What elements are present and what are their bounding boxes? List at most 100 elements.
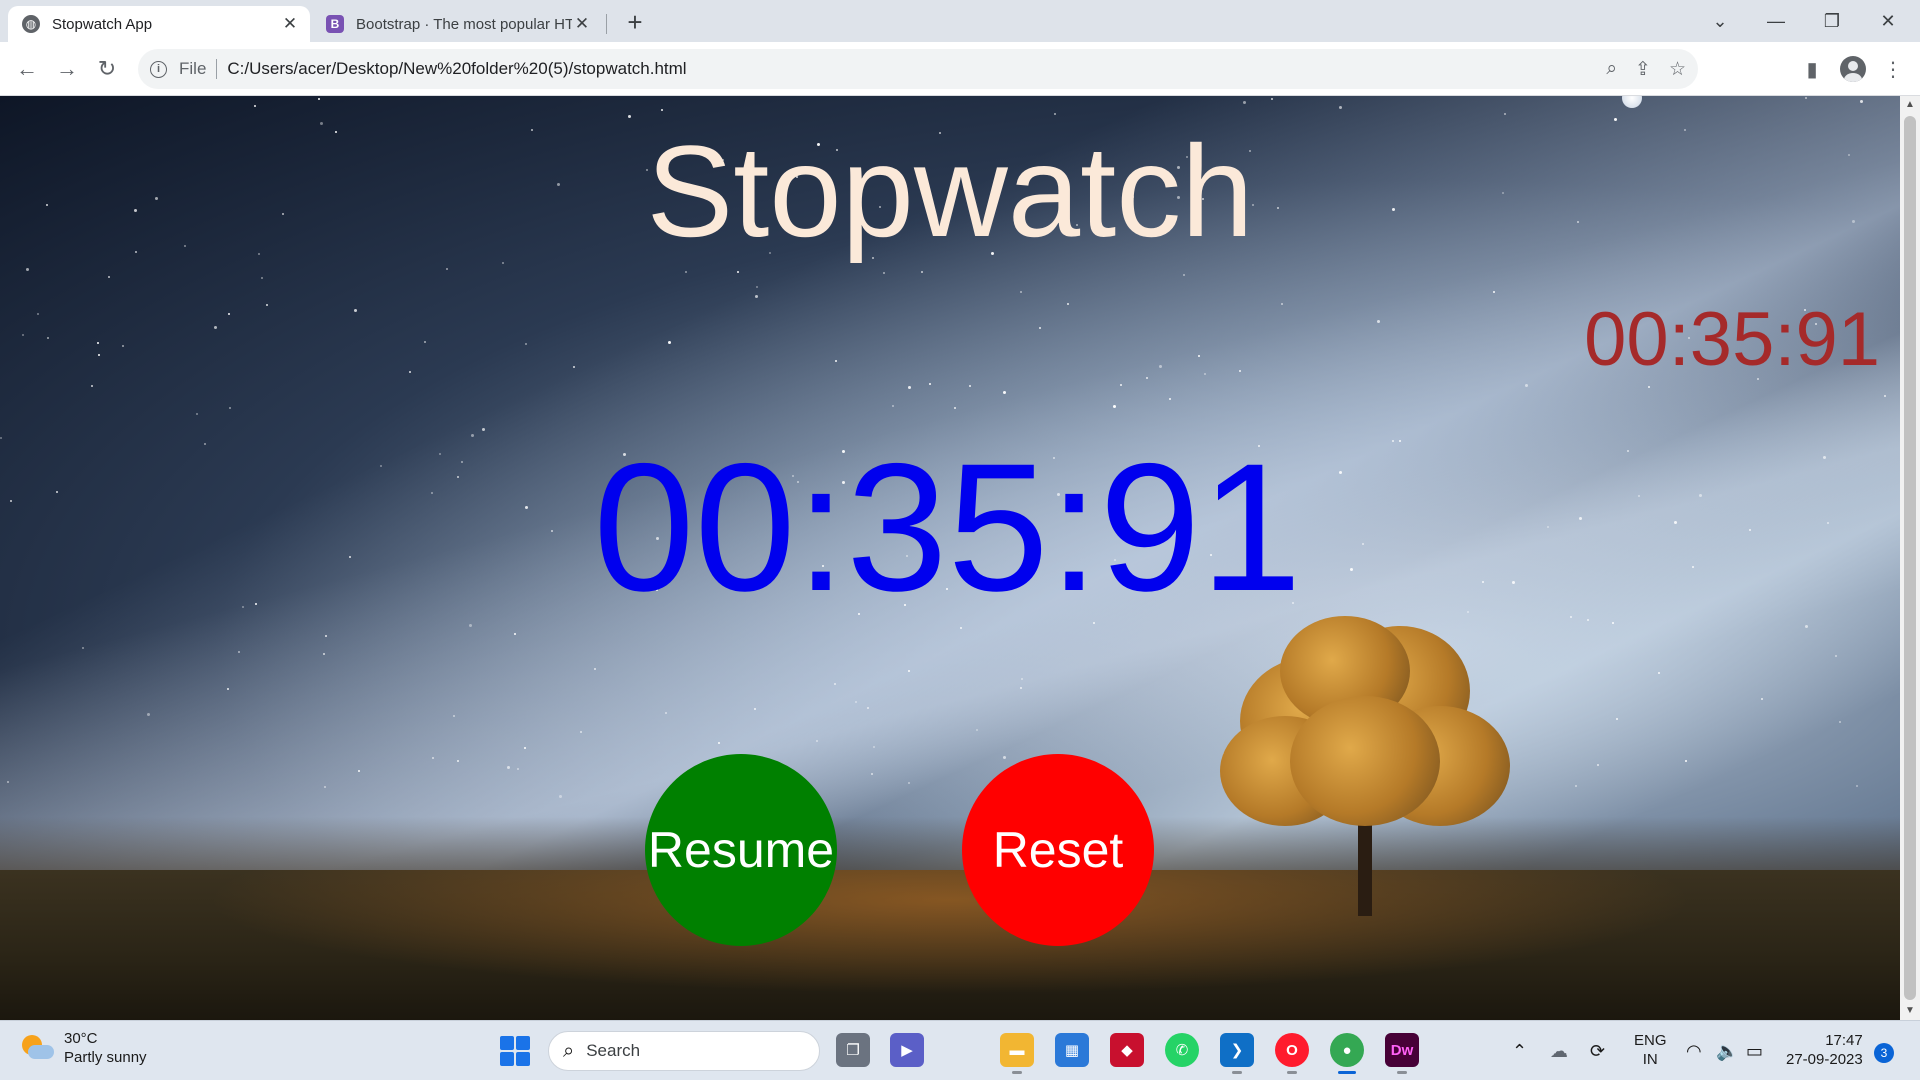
star [469, 624, 473, 628]
reset-button[interactable]: Reset [962, 754, 1154, 946]
star [1883, 394, 1886, 397]
tab-title: Bootstrap · The most popular HTML [356, 15, 572, 33]
meadow-ground [0, 870, 1900, 1020]
star [456, 760, 459, 763]
sync-icon[interactable]: ⟳ [1590, 1021, 1605, 1081]
show-hidden-icons-chevron-icon[interactable]: ⌃ [1512, 1021, 1527, 1081]
whatsapp-icon[interactable]: ✆ [1165, 1033, 1199, 1067]
vscode-icon[interactable]: ❯ [1220, 1033, 1254, 1074]
star [1805, 625, 1809, 629]
star [146, 712, 150, 716]
star [513, 632, 516, 635]
star [1203, 373, 1206, 376]
taskbar-search[interactable]: ⌕ Search [548, 1031, 820, 1071]
wifi-icon[interactable]: ◠ [1686, 1021, 1702, 1081]
tab-title: Stopwatch App [52, 15, 153, 33]
system-clock[interactable]: 17:47 27-09-2023 [1786, 1031, 1863, 1069]
address-bar[interactable]: i File C:/Users/acer/Desktop/New%20folde… [138, 49, 1698, 89]
star [261, 276, 264, 279]
star [431, 757, 434, 760]
star [323, 653, 326, 656]
forward-button[interactable]: → [52, 54, 82, 84]
star [1003, 391, 1007, 395]
tab-stopwatch-app[interactable]: ◍ Stopwatch App ✕ [8, 6, 310, 42]
windows-start-icon[interactable] [500, 1036, 530, 1066]
scroll-down-arrow-icon[interactable]: ▼ [1900, 1002, 1920, 1020]
language-indicator[interactable]: ENG IN [1634, 1031, 1667, 1069]
star [1168, 398, 1171, 401]
star [1053, 112, 1056, 115]
scheme-label: File [179, 59, 207, 78]
star [523, 747, 526, 750]
bootstrap-icon: B [326, 15, 344, 33]
star [593, 667, 596, 670]
star [107, 275, 110, 278]
star [96, 342, 99, 345]
star [229, 406, 232, 409]
star [755, 294, 759, 298]
volume-icon[interactable]: 🔈 [1716, 1021, 1738, 1081]
side-panel-icon[interactable]: ▮ [1797, 54, 1827, 84]
tab-close-icon[interactable]: ✕ [280, 14, 300, 34]
bookmark-star-icon[interactable]: ☆ [1669, 58, 1686, 81]
star [453, 714, 456, 717]
star [1761, 698, 1764, 701]
star [908, 386, 912, 390]
info-icon[interactable]: i [150, 60, 167, 78]
browser-toolbar: ← → ↻ i File C:/Users/acer/Desktop/New%2… [0, 42, 1920, 96]
star [1835, 655, 1838, 658]
scroll-up-arrow-icon[interactable]: ▲ [1900, 96, 1920, 114]
star [1066, 302, 1069, 305]
tab-bootstrap[interactable]: B Bootstrap · The most popular HTML ✕ [312, 6, 602, 42]
vertical-scrollbar[interactable]: ▲ ▼ [1900, 96, 1920, 1020]
star [214, 325, 218, 329]
resume-button[interactable]: Resume [645, 754, 837, 946]
star [1493, 291, 1496, 294]
opera-icon[interactable]: O [1275, 1033, 1309, 1074]
url-text[interactable]: C:/Users/acer/Desktop/New%20folder%20(5)… [227, 59, 686, 79]
task-view-icon[interactable]: ❐ [836, 1033, 870, 1067]
new-tab-button[interactable]: + [620, 8, 650, 38]
zoom-icon[interactable]: ⌕ [1606, 58, 1617, 80]
star [928, 382, 931, 385]
file-explorer-icon[interactable]: ▬ [1000, 1033, 1034, 1074]
battery-icon[interactable]: ▭ [1746, 1021, 1763, 1081]
clock-date: 27-09-2023 [1786, 1051, 1863, 1068]
star [1839, 721, 1842, 724]
star [921, 271, 924, 274]
reload-button[interactable]: ↻ [92, 54, 122, 84]
tab-close-icon[interactable]: ✕ [572, 14, 592, 34]
menu-kebab-icon[interactable]: ⋮ [1878, 54, 1908, 84]
star [1504, 113, 1507, 116]
star [580, 731, 583, 734]
star [481, 427, 485, 431]
star [1574, 785, 1577, 788]
star [1019, 291, 1022, 294]
weather-widget[interactable]: 30°C Partly sunny [20, 1029, 147, 1067]
chrome-icon[interactable]: ● [1330, 1033, 1364, 1074]
star [1611, 621, 1614, 624]
tab-search-chevron-icon[interactable]: ⌄ [1692, 0, 1748, 42]
star [47, 336, 49, 339]
notification-count-badge[interactable]: 3 [1874, 1043, 1894, 1063]
star [98, 354, 101, 357]
onedrive-cloud-icon[interactable]: ☁ [1550, 1021, 1568, 1081]
star [665, 712, 668, 715]
star [833, 682, 836, 685]
profile-button[interactable] [1838, 54, 1868, 84]
teams-meet-icon[interactable]: ▶ [890, 1033, 924, 1067]
close-window-button[interactable]: ✕ [1860, 0, 1916, 42]
cs-eagle-icon[interactable]: ◆ [1110, 1033, 1144, 1067]
scroll-thumb[interactable] [1904, 116, 1916, 1000]
dreamweaver-icon[interactable]: Dw [1385, 1033, 1419, 1074]
partly-sunny-icon [20, 1033, 54, 1063]
restore-button[interactable]: ❐ [1804, 0, 1860, 42]
microsoft-store-icon[interactable]: ▦ [1055, 1033, 1089, 1067]
star [1804, 97, 1807, 100]
language-code: ENG [1634, 1032, 1667, 1049]
share-icon[interactable]: ⇪ [1635, 58, 1651, 81]
back-button[interactable]: ← [12, 54, 42, 84]
star [907, 781, 910, 784]
star [870, 772, 873, 775]
minimize-button[interactable]: — [1748, 0, 1804, 42]
